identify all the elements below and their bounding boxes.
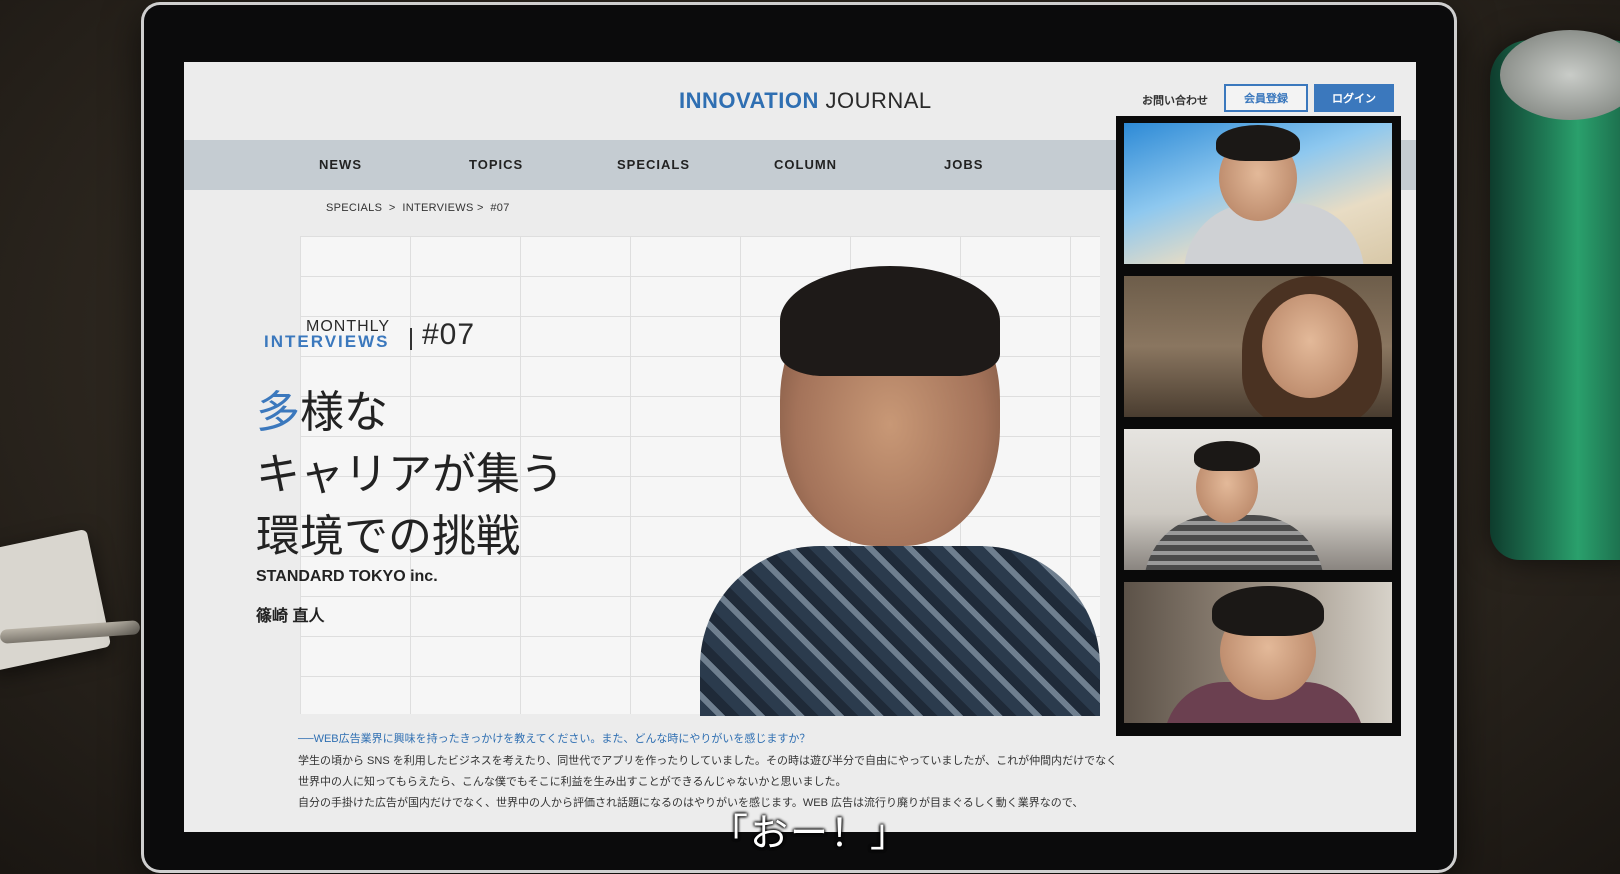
interviewee-photo	[700, 266, 1100, 716]
headline-accent: 多	[256, 387, 300, 438]
breadcrumb[interactable]: SPECIALS > INTERVIEWS > #07	[326, 202, 510, 214]
hair	[780, 266, 1000, 376]
shirt	[700, 546, 1100, 716]
paragraph-line-2: 世界中の人に知ってもらえたら、こんな僕でもそこに利益を生み出すことができるんじゃ…	[298, 776, 847, 788]
participant-3-hair	[1194, 441, 1260, 471]
series-divider	[410, 328, 412, 350]
paragraph-line-1: 学生の頃から SNS を利用したビジネスを考えたり、同世代でアプリを作ったりして…	[298, 755, 1118, 767]
headline-line-1-rest: 様な	[300, 387, 388, 438]
logo-innovation: INNOVATION	[679, 88, 819, 113]
video-tile-participant-1[interactable]	[1124, 123, 1392, 264]
register-button[interactable]: 会員登録	[1224, 84, 1308, 112]
company-name: STANDARD TOKYO inc.	[256, 568, 438, 585]
headline-line-1: 多様な	[256, 382, 564, 444]
site-logo[interactable]: INNOVATION JOURNAL	[679, 88, 932, 114]
contact-link[interactable]: お問い合わせ	[1142, 92, 1208, 108]
nav-column[interactable]: COLUMN	[774, 157, 837, 172]
notepad	[0, 528, 112, 672]
video-tile-participant-3[interactable]	[1124, 429, 1392, 570]
nav-specials[interactable]: SPECIALS	[617, 157, 690, 172]
nav-topics[interactable]: TOPICS	[469, 157, 523, 172]
logo-journal: JOURNAL	[818, 88, 932, 113]
participant-4-hair	[1212, 586, 1324, 636]
series-interviews: INTERVIEWS	[264, 332, 390, 351]
nav-news[interactable]: NEWS	[319, 157, 362, 172]
interview-question: ──WEB広告業界に興味を持ったきっかけを教えてください。また、どんな時にやりが…	[298, 733, 811, 745]
headline-line-2: キャリアが集う	[256, 449, 564, 500]
participant-3-body	[1144, 515, 1324, 570]
participant-1-hair	[1216, 125, 1300, 161]
interviewee-name: 篠崎 直人	[256, 608, 325, 625]
nav-jobs[interactable]: JOBS	[944, 157, 983, 172]
paragraph-line-3: 自分の手掛けた広告が国内だけでなく、世界中の人から評価され話題になるのはやりがい…	[298, 797, 1084, 809]
login-button[interactable]: ログイン	[1314, 84, 1394, 112]
video-call-grid	[1116, 116, 1401, 736]
participant-2-face	[1262, 294, 1358, 398]
issue-number: #07	[422, 318, 476, 351]
series-label: MONTHLY INTERVIEWS #07	[260, 318, 520, 358]
article-headline: 多様な キャリアが集う 環境での挑戦	[256, 382, 564, 568]
video-tile-participant-4[interactable]	[1124, 582, 1392, 723]
headline-line-3: 環境での挑戦	[256, 511, 520, 562]
subtitle-caption: 「おー！」	[710, 811, 911, 855]
video-tile-participant-2[interactable]	[1124, 276, 1392, 417]
